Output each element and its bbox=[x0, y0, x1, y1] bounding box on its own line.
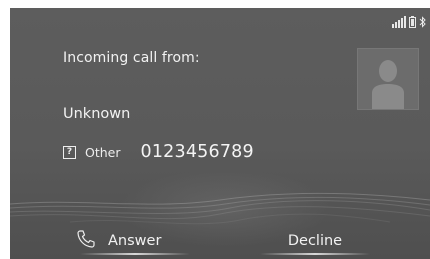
decline-button-underline bbox=[260, 253, 370, 255]
answer-button-label: Answer bbox=[108, 232, 162, 249]
answer-button[interactable]: Answer bbox=[76, 222, 194, 259]
bluetooth-icon bbox=[419, 16, 426, 28]
caller-phone-number: 0123456789 bbox=[140, 142, 254, 162]
signal-bars-icon bbox=[392, 16, 406, 28]
decline-button[interactable]: Decline bbox=[256, 222, 374, 259]
caller-number-row: ? Other 0123456789 bbox=[63, 142, 254, 162]
phone-screen-frame: Incoming call from: Unknown ? Other 0123… bbox=[0, 0, 430, 259]
decline-button-label: Decline bbox=[287, 232, 343, 249]
status-bar bbox=[392, 14, 426, 28]
caller-name: Unknown bbox=[63, 106, 131, 122]
answer-button-underline bbox=[80, 253, 190, 255]
call-title: Incoming call from: bbox=[63, 50, 200, 66]
unknown-number-type-icon: ? bbox=[63, 145, 76, 159]
caller-avatar bbox=[357, 48, 419, 110]
person-silhouette-icon bbox=[372, 60, 404, 109]
incoming-call-screen: Incoming call from: Unknown ? Other 0123… bbox=[10, 8, 430, 259]
number-type-label: Other bbox=[85, 144, 121, 160]
battery-icon bbox=[409, 16, 416, 28]
phone-handset-icon bbox=[76, 229, 96, 253]
